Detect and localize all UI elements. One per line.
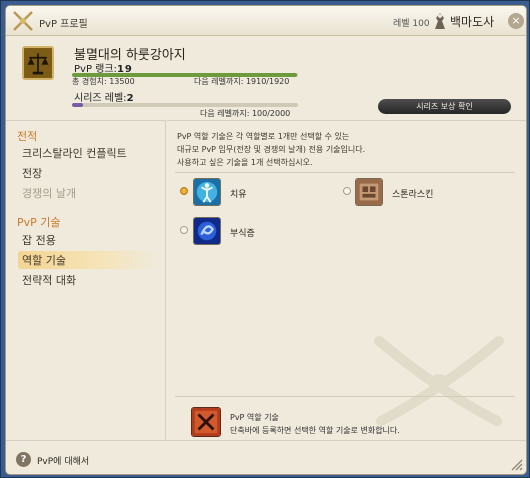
skill-radio-heal[interactable] (180, 187, 188, 195)
sidebar-item-job-specific[interactable]: 잡 전용 (22, 232, 56, 248)
footer-skill-description: 단축바에 등록하면 선택한 역할 기술로 변화합니다. (230, 426, 400, 435)
role-actions-panel: PvP 역할 기술은 각 역할별로 1개만 선택할 수 있는 대규모 PvP 임… (167, 120, 526, 440)
divider (175, 172, 515, 173)
skill-radio-corrosion[interactable] (180, 226, 188, 234)
white-mage-job-icon (435, 13, 445, 29)
description-line: 사용하고 싶은 기술을 1개 선택하십시오. (177, 158, 313, 167)
sidebar-section-record: 전적 (17, 130, 38, 143)
footer-skill-title: PvP 역할 기술 (230, 413, 279, 422)
series-progress-fill (72, 103, 84, 107)
series-progress-bar (72, 103, 298, 107)
title-bar[interactable]: PvP 프로필 레벨 100 백마도사 × (6, 6, 526, 36)
pvp-profile-window: PvP 프로필 레벨 100 백마도사 × 불멸대의 하룻강아지 PvP 랭크:… (0, 0, 530, 478)
sidebar-item-strategic-comms[interactable]: 전략적 대화 (22, 272, 76, 288)
skill-label-heal: 치유 (230, 190, 247, 200)
window-title: PvP 프로필 (39, 19, 88, 30)
about-pvp-link[interactable]: PvP에 대해서 (37, 454, 89, 467)
profile-header: 불멸대의 하룻강아지 PvP 랭크:19 총 경험치: 13500 다음 레벨까… (6, 36, 526, 120)
next-level-exp: 다음 레벨까지: 1910/1920 (194, 77, 290, 86)
role-actions-description: PvP 역할 기술은 각 역할별로 1개만 선택할 수 있는 대규모 PvP 임… (177, 130, 507, 169)
description-line: 대규모 PvP 임무(전장 및 경쟁의 날개) 전용 기술입니다. (177, 145, 366, 154)
crossed-swords-red-icon[interactable] (191, 407, 221, 437)
blue-swirl-icon[interactable] (193, 217, 221, 245)
skill-label-corrosion: 부식증 (230, 229, 255, 239)
level-label: 레벨 100 (393, 19, 430, 29)
skill-label-stoneskin: 스톤라스킨 (392, 190, 434, 200)
sidebar-item-crystalline-conflict[interactable]: 크리스탈라인 컨플릭트 (22, 145, 127, 161)
resize-grip-icon[interactable] (511, 459, 523, 471)
series-next: 다음 레벨까지: 100/2000 (200, 109, 291, 118)
sidebar-item-role-actions[interactable]: 역할 기술 (18, 251, 158, 269)
crossed-swords-icon (13, 11, 33, 31)
stoneskin-icon[interactable] (355, 178, 383, 206)
series-reward-button[interactable]: 시리즈 보상 확인 (378, 99, 511, 114)
healing-figure-icon[interactable] (193, 178, 221, 206)
sidebar-section-pvp-skills: PvP 기술 (17, 216, 61, 229)
description-line: PvP 역할 기술은 각 역할별로 1개만 선택할 수 있는 (177, 132, 350, 141)
skill-radio-stoneskin[interactable] (343, 187, 351, 195)
series-level: 시리즈 레벨:2 (74, 89, 134, 104)
sidebar-item-frontline[interactable]: 전장 (22, 165, 42, 181)
help-icon[interactable]: ? (16, 452, 31, 467)
job-name: 백마도사 (450, 15, 495, 29)
window-body: PvP 프로필 레벨 100 백마도사 × 불멸대의 하룻강아지 PvP 랭크:… (5, 5, 527, 475)
sidebar: 전적 크리스탈라인 컨플릭트 전장 경쟁의 날개 PvP 기술 잡 전용 역할 … (6, 120, 166, 440)
divider (175, 396, 515, 397)
total-exp: 총 경험치: 13500 (72, 77, 135, 86)
close-icon[interactable]: × (508, 13, 524, 29)
scales-emblem-icon (22, 46, 54, 80)
crossed-swords-watermark-icon (374, 336, 504, 426)
sidebar-item-rival-wings[interactable]: 경쟁의 날개 (22, 185, 76, 201)
bottom-bar: ? PvP에 대해서 (6, 440, 526, 474)
